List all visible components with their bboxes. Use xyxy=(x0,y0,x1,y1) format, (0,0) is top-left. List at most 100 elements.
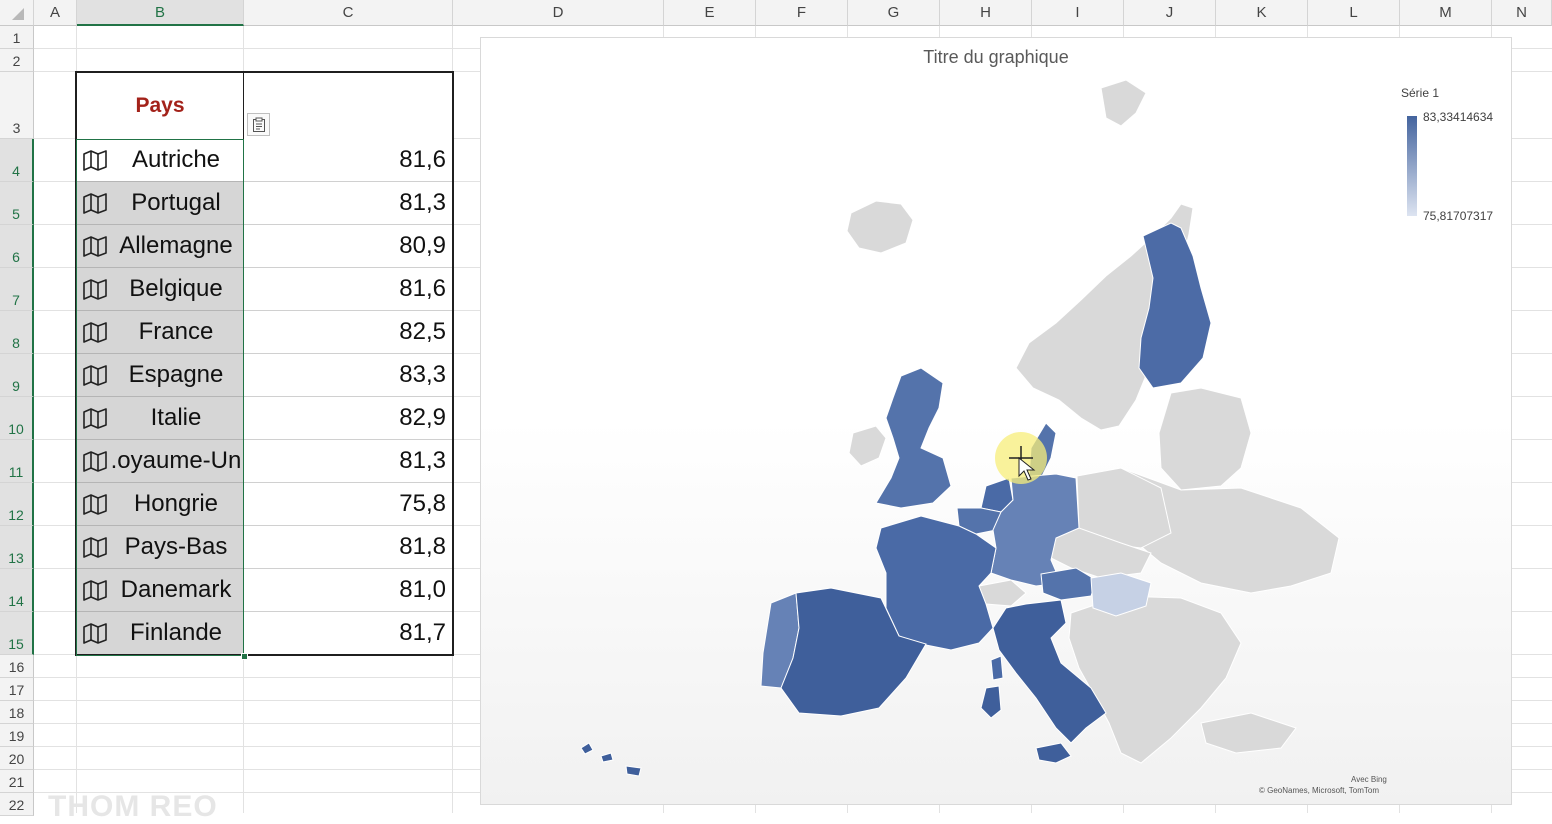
watermark: THOM REO xyxy=(48,790,218,823)
column-header-I[interactable]: I xyxy=(1032,0,1124,26)
map-data-type-icon[interactable] xyxy=(81,536,109,558)
row-header-20[interactable]: 20 xyxy=(0,747,34,770)
country-cell[interactable]: Pays-Bas xyxy=(77,526,243,569)
country-cell[interactable]: Allemagne xyxy=(77,225,243,268)
value-cell[interactable]: 81,3 xyxy=(244,440,452,483)
row-header-15[interactable]: 15 xyxy=(0,612,34,655)
row-header-1[interactable]: 1 xyxy=(0,26,34,49)
column-header-L[interactable]: L xyxy=(1308,0,1400,26)
europe-map xyxy=(580,79,1340,777)
chart-title[interactable]: Titre du graphique xyxy=(481,47,1511,68)
value-cell[interactable]: 75,8 xyxy=(244,483,452,526)
value-cell[interactable]: 80,9 xyxy=(244,225,452,268)
row-header-18[interactable]: 18 xyxy=(0,701,34,724)
column-header-F[interactable]: F xyxy=(756,0,848,26)
country-cell[interactable]: Portugal xyxy=(77,182,243,225)
country-cell[interactable]: Hongrie xyxy=(77,483,243,526)
map-data-type-icon[interactable] xyxy=(81,450,109,472)
map-chart[interactable]: Titre du graphique Série 1 83,33414634 7… xyxy=(480,37,1512,805)
country-name: Espagne xyxy=(128,361,224,388)
column-header-C[interactable]: C xyxy=(244,0,453,26)
region-sardinia xyxy=(980,685,1002,719)
row-header-10[interactable]: 10 xyxy=(0,397,34,440)
row-header-12[interactable]: 12 xyxy=(0,483,34,526)
row-header-14[interactable]: 14 xyxy=(0,569,34,612)
value-cell[interactable]: 83,3 xyxy=(244,354,452,397)
map-attribution-bing: Avec Bing xyxy=(1351,775,1387,784)
map-data-type-icon[interactable] xyxy=(81,321,109,343)
region-sicily xyxy=(1035,742,1072,764)
row-header-17[interactable]: 17 xyxy=(0,678,34,701)
country-cell[interactable]: Finlande xyxy=(77,612,243,655)
country-cell[interactable]: .oyaume-Un xyxy=(77,440,243,483)
row-header-7[interactable]: 7 xyxy=(0,268,34,311)
row-header-13[interactable]: 13 xyxy=(0,526,34,569)
country-cell[interactable]: Italie xyxy=(77,397,243,440)
value-cell[interactable]: 81,7 xyxy=(244,612,452,655)
region-svalbard xyxy=(1100,79,1147,127)
header-value-cell[interactable] xyxy=(244,72,452,139)
map-data-type-icon[interactable] xyxy=(81,579,109,601)
row-header-11[interactable]: 11 xyxy=(0,440,34,483)
row-header-2[interactable]: 2 xyxy=(0,49,34,72)
row-header-6[interactable]: 6 xyxy=(0,225,34,268)
paste-options-button[interactable] xyxy=(247,113,270,136)
legend-min-value: 75,81707317 xyxy=(1423,209,1494,223)
row-header-16[interactable]: 16 xyxy=(0,655,34,678)
value-cell[interactable]: 81,3 xyxy=(244,182,452,225)
column-header-K[interactable]: K xyxy=(1216,0,1308,26)
map-data-type-icon[interactable] xyxy=(81,493,109,515)
value-cell[interactable]: 82,9 xyxy=(244,397,452,440)
map-data-type-icon[interactable] xyxy=(81,235,109,257)
country-cell[interactable]: Autriche xyxy=(77,139,243,182)
map-data-type-icon[interactable] xyxy=(81,622,109,644)
region-uk xyxy=(875,367,952,509)
region-ireland xyxy=(848,425,887,467)
value-cell[interactable]: 81,8 xyxy=(244,526,452,569)
column-header-H[interactable]: H xyxy=(940,0,1032,26)
table-mid-divider xyxy=(243,71,244,656)
country-name: Hongrie xyxy=(133,490,219,517)
map-data-type-icon[interactable] xyxy=(81,192,109,214)
column-header-E[interactable]: E xyxy=(664,0,756,26)
header-label: Pays xyxy=(135,93,185,117)
country-cell[interactable]: Danemark xyxy=(77,569,243,612)
row-header-21[interactable]: 21 xyxy=(0,770,34,793)
value-cell[interactable]: 81,6 xyxy=(244,139,452,182)
country-name: Allemagne xyxy=(119,232,233,259)
column-header-G[interactable]: G xyxy=(848,0,940,26)
country-name: Autriche xyxy=(131,146,221,173)
map-data-type-icon[interactable] xyxy=(81,364,109,386)
select-all-corner[interactable] xyxy=(0,0,34,26)
fill-handle[interactable] xyxy=(241,653,248,660)
column-header-D[interactable]: D xyxy=(453,0,664,26)
value-cell[interactable]: 82,5 xyxy=(244,311,452,354)
country-cell[interactable]: France xyxy=(77,311,243,354)
row-header-9[interactable]: 9 xyxy=(0,354,34,397)
country-name: Belgique xyxy=(129,275,223,302)
column-header-A[interactable]: A xyxy=(34,0,77,26)
row-header-3[interactable]: 3 xyxy=(0,72,34,139)
map-data-type-icon[interactable] xyxy=(81,407,109,429)
row-header-5[interactable]: 5 xyxy=(0,182,34,225)
table-header-cell[interactable]: Pays xyxy=(77,72,243,139)
region-canary xyxy=(580,742,642,777)
row-header-4[interactable]: 4 xyxy=(0,139,34,182)
map-data-type-icon[interactable] xyxy=(81,278,109,300)
column-header-N[interactable]: N xyxy=(1492,0,1552,26)
column-header-B[interactable]: B xyxy=(77,0,244,26)
country-cell[interactable]: Belgique xyxy=(77,268,243,311)
value-cell[interactable]: 81,6 xyxy=(244,268,452,311)
column-header-M[interactable]: M xyxy=(1400,0,1492,26)
row-header-19[interactable]: 19 xyxy=(0,724,34,747)
map-attribution-sources: © GeoNames, Microsoft, TomTom xyxy=(1259,786,1379,795)
country-cell[interactable]: Espagne xyxy=(77,354,243,397)
legend-color-scale xyxy=(1407,116,1417,216)
region-switzerland xyxy=(978,579,1027,607)
row-header-8[interactable]: 8 xyxy=(0,311,34,354)
select-all-triangle-icon xyxy=(11,7,24,20)
map-data-type-icon[interactable] xyxy=(81,149,109,171)
value-cell[interactable]: 81,0 xyxy=(244,569,452,612)
column-header-J[interactable]: J xyxy=(1124,0,1216,26)
country-name: Portugal xyxy=(131,189,221,216)
